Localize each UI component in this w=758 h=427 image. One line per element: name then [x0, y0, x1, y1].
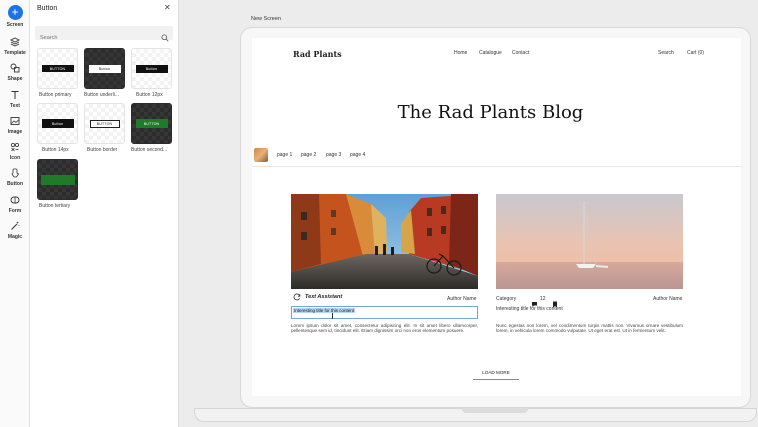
site-brand[interactable]: Rad Plants — [293, 49, 342, 59]
rail-label: Screen — [6, 22, 24, 28]
mini-button: BUTTON — [89, 119, 120, 128]
screen-label[interactable]: New Screen — [251, 16, 281, 22]
tile-button-tertiary[interactable] — [37, 159, 78, 200]
shape-icon — [9, 62, 21, 74]
tile-button-14px[interactable]: Button — [37, 103, 78, 144]
icon-grid-icon — [9, 141, 21, 153]
page-link-2[interactable]: page 2 — [301, 152, 316, 158]
tile-button-border[interactable]: BUTTON — [84, 103, 125, 144]
page-thumbnail — [254, 148, 268, 162]
tile-label: Button border — [87, 147, 118, 153]
rail-label: Text — [10, 103, 20, 109]
street-photo[interactable] — [291, 194, 478, 289]
nav-home[interactable]: Home — [454, 50, 467, 56]
plus-icon: + — [7, 5, 23, 20]
magic-wand-icon — [9, 220, 21, 232]
rail-button[interactable]: Button — [0, 167, 30, 187]
search-icon[interactable] — [161, 29, 169, 47]
button-panel: Button ✕ BUTTON Button primary Button Bu… — [30, 0, 179, 427]
card2-author[interactable]: Author Name — [653, 296, 682, 302]
tile-button-primary[interactable]: BUTTON — [37, 48, 78, 89]
search-input[interactable] — [35, 31, 153, 45]
rail-form[interactable]: Form — [0, 194, 30, 214]
divider — [252, 166, 741, 167]
rail-label: Icon — [9, 155, 21, 161]
close-icon[interactable]: ✕ — [164, 3, 171, 12]
card2-category[interactable]: Category — [496, 296, 516, 302]
tile-label: Button underli... — [84, 92, 120, 98]
tile-label: Button tertiary — [39, 203, 71, 209]
laptop-notch — [462, 408, 528, 413]
text-icon — [9, 89, 21, 101]
mini-button: BUTTON — [135, 119, 168, 128]
tile-button-secondary[interactable]: BUTTON — [131, 103, 172, 144]
nav-contact[interactable]: Contact — [512, 50, 529, 56]
rail-label: Magic — [7, 234, 23, 240]
rail-label: Template — [4, 50, 26, 56]
tile-label: Button primary — [39, 92, 72, 98]
card1-body[interactable]: Lorem ipsum dolor sit amet, consectetur … — [291, 323, 478, 334]
rail-text[interactable]: Text — [0, 89, 30, 109]
rail-magic[interactable]: Magic — [0, 220, 30, 240]
rail-screen[interactable]: + Screen — [0, 5, 30, 28]
rail-template[interactable]: Template — [0, 36, 30, 56]
page-link-4[interactable]: page 4 — [350, 152, 365, 158]
rail-label: Button — [6, 181, 24, 187]
load-more-button[interactable]: LOAD MORE — [473, 366, 519, 380]
website-preview: Rad Plants Home Catalogue Contact Search… — [252, 38, 741, 396]
mini-button: Button — [88, 64, 121, 73]
text-cursor — [332, 313, 333, 319]
image-icon — [9, 115, 21, 127]
tile-label: Button second... — [131, 147, 168, 153]
button-icon — [9, 167, 21, 179]
text-assistant-bar[interactable]: Text Assistant — [293, 291, 359, 302]
rail-image[interactable]: Image — [0, 115, 30, 135]
mini-button: Button — [41, 119, 74, 128]
page-link-1[interactable]: page 1 — [277, 152, 292, 158]
rail-shape[interactable]: Shape — [0, 62, 30, 82]
rail-label: Shape — [7, 76, 23, 82]
blog-title[interactable]: The Rad Plants Blog — [252, 102, 729, 123]
comment-count: 12 — [540, 296, 546, 302]
rail-label: Image — [7, 129, 23, 135]
rail-label: Form — [8, 208, 22, 214]
mini-button: BUTTON — [41, 65, 74, 72]
panel-title: Button — [37, 5, 58, 12]
sailboat-photo[interactable] — [496, 194, 683, 289]
card2-body[interactable]: Nunc egestas non lorem, vel condimentum … — [496, 323, 683, 334]
mini-button — [40, 174, 75, 185]
form-icon — [9, 194, 21, 206]
tile-button-12px[interactable]: Button — [131, 48, 172, 89]
layers-icon — [9, 36, 21, 48]
refresh-icon — [293, 293, 301, 300]
nav-catalogue[interactable]: Catalogue — [479, 50, 502, 56]
tile-label: Button 12px — [136, 92, 163, 98]
card1-title-field[interactable]: Interesting title for this content — [291, 306, 478, 319]
tile-label: Button 14px — [42, 147, 69, 153]
page-link-3[interactable]: page 3 — [326, 152, 341, 158]
nav-search[interactable]: Search — [658, 50, 674, 56]
rail-icon[interactable]: Icon — [0, 141, 30, 161]
tile-button-underline[interactable]: Button — [84, 48, 125, 89]
selected-title-text[interactable]: Interesting title for this content — [293, 308, 356, 313]
card1-author[interactable]: Author Name — [447, 296, 476, 302]
mini-button: Button — [135, 64, 168, 73]
search-box — [35, 26, 173, 45]
card2-title[interactable]: Interesting title for this content — [496, 306, 563, 312]
text-assistant-label: Text Assistant — [305, 293, 343, 300]
left-toolbar: + Screen Template Shape Text Image Icon — [0, 0, 30, 427]
nav-cart[interactable]: Cart (0) — [687, 50, 704, 56]
